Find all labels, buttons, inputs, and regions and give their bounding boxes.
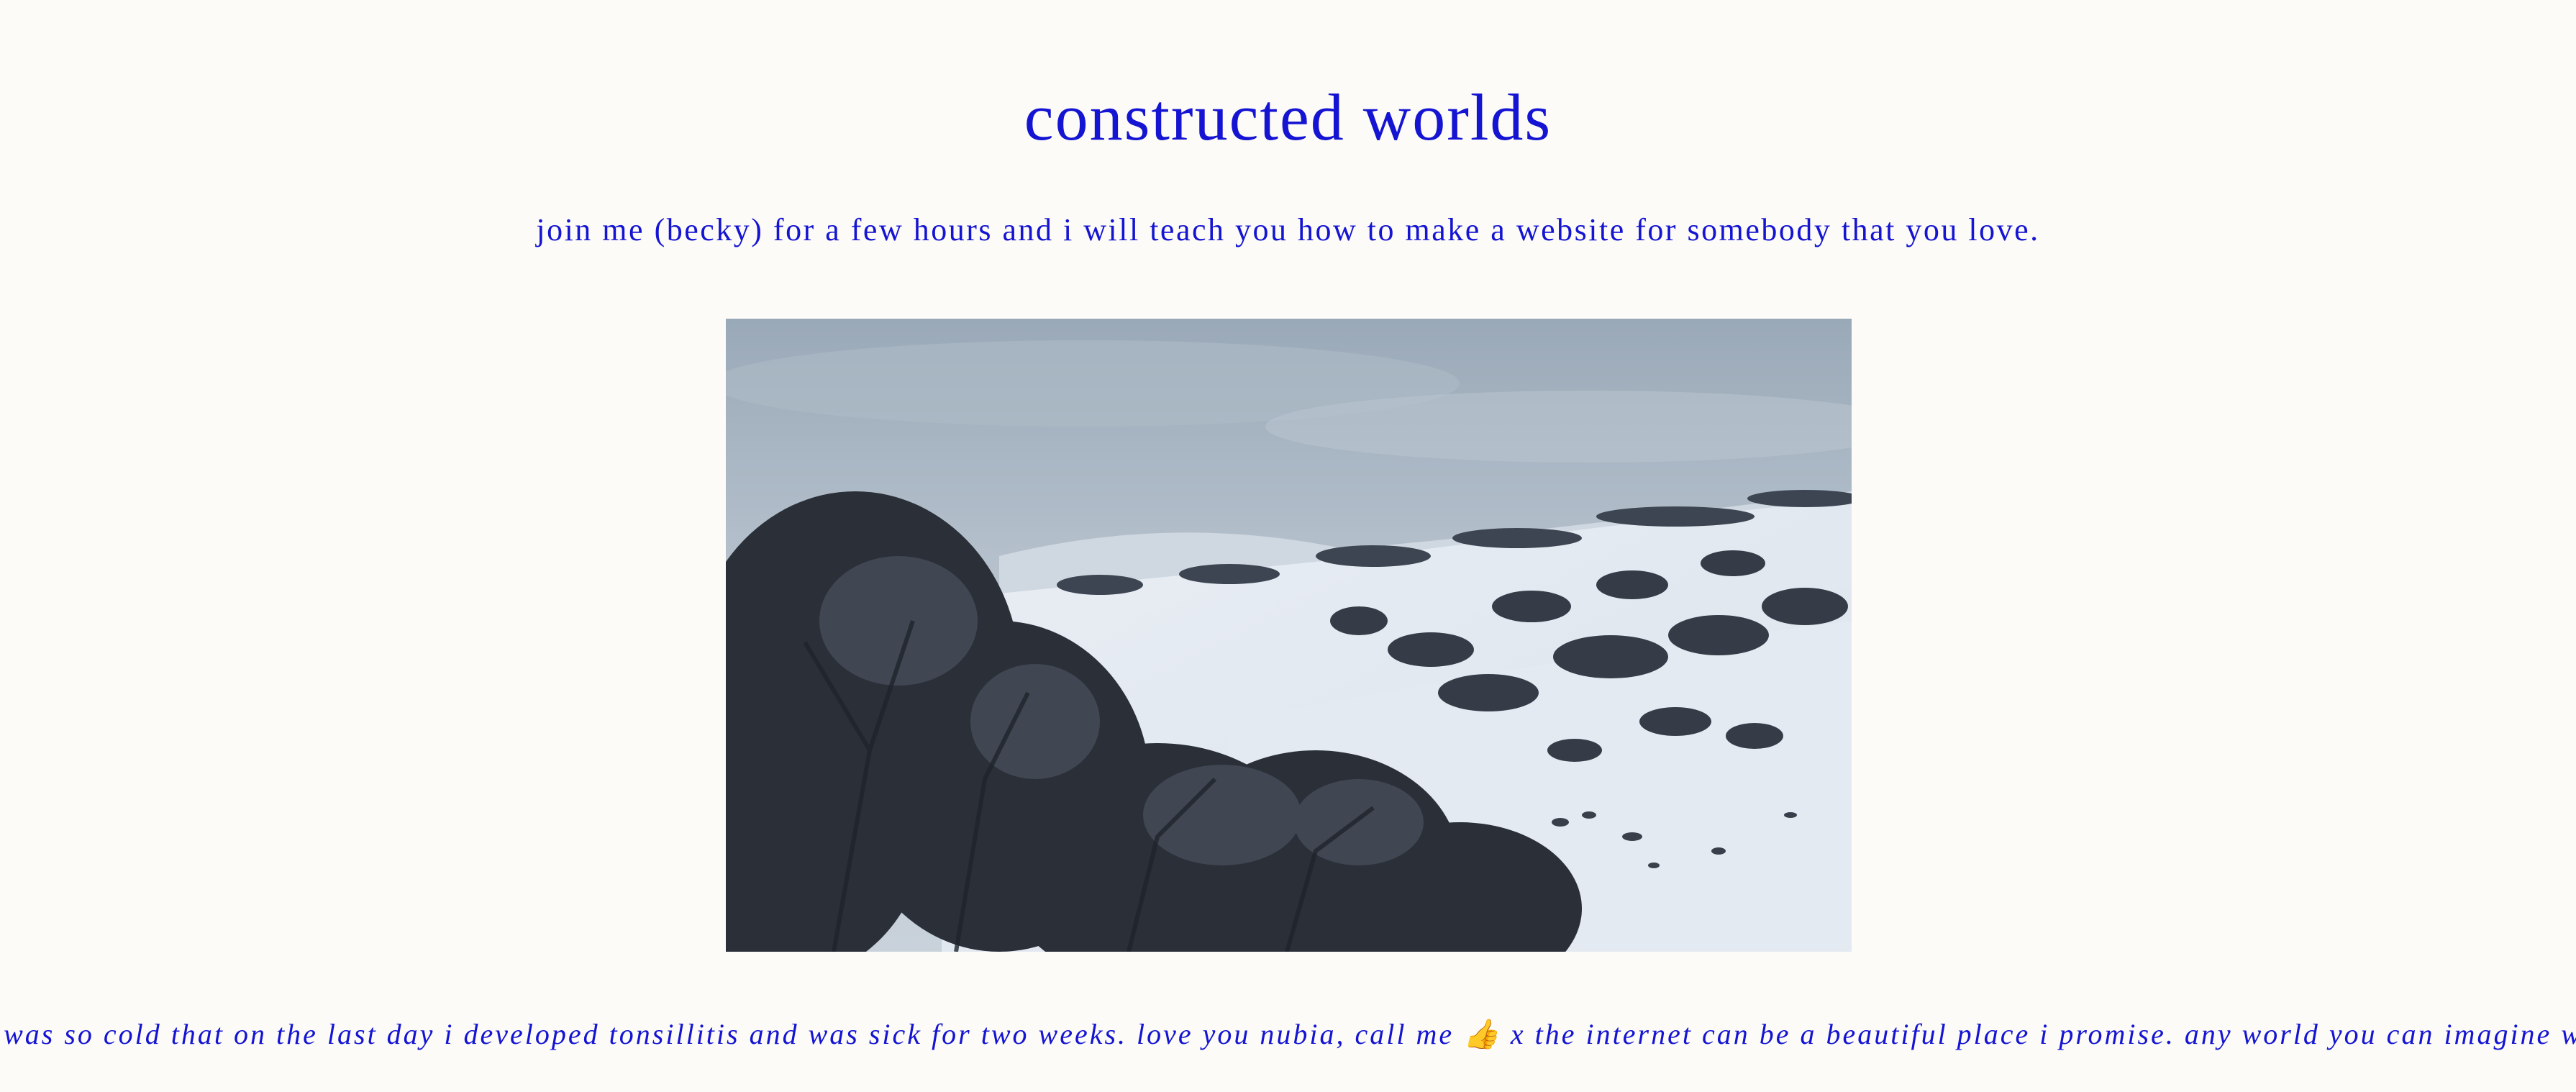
intro-text: join me (becky) for a few hours and i wi…: [536, 212, 2040, 247]
snow-landscape-illustration: [726, 319, 1852, 952]
scrolling-message-ticker: t was so cold that on the last day i dev…: [0, 1013, 2576, 1063]
ticker-text: t was so cold that on the last day i dev…: [0, 1018, 2576, 1050]
page-title: constructed worlds: [1024, 81, 1552, 154]
snow-landscape-image[interactable]: [726, 319, 1852, 952]
